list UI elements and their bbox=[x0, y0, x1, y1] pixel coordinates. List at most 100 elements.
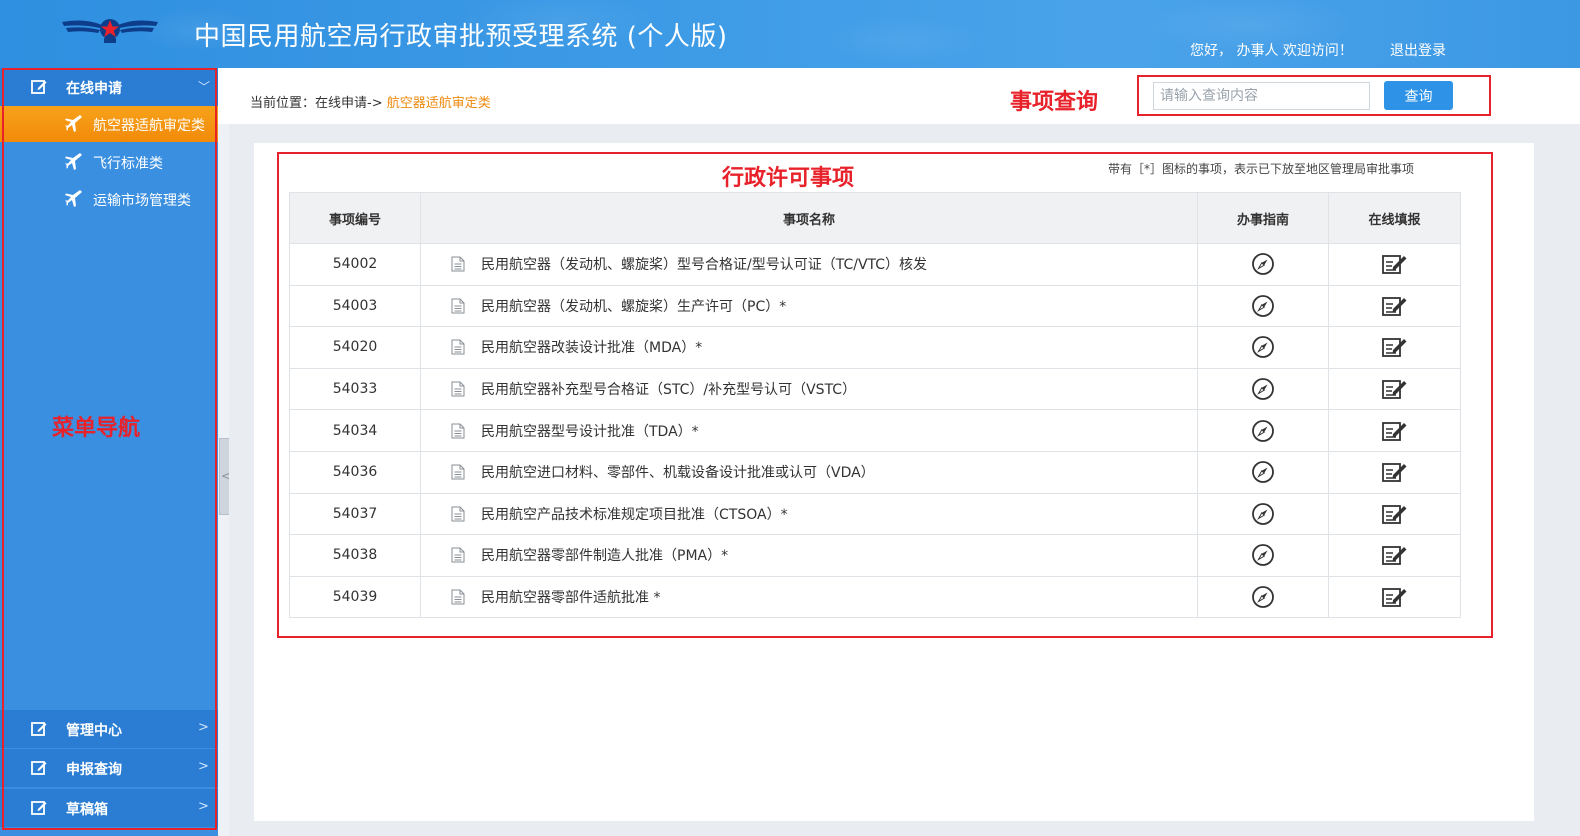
item-name[interactable]: 民用航空器（发动机、螺旋桨）型号合格证/型号认可证（TC/VTC）核发 bbox=[481, 257, 927, 273]
compass-icon[interactable] bbox=[1251, 419, 1275, 443]
item-name[interactable]: 民用航空器零部件制造人批准（PMA）* bbox=[481, 548, 728, 564]
column-header-fill: 在线填报 bbox=[1328, 192, 1461, 244]
column-header-guide: 办事指南 bbox=[1197, 192, 1329, 244]
edit-form-icon[interactable] bbox=[1381, 336, 1408, 358]
item-code: 54002 bbox=[289, 243, 421, 286]
sidebar-group-drafts[interactable]: 草稿箱 > bbox=[0, 789, 218, 827]
compass-icon[interactable] bbox=[1251, 252, 1275, 276]
sidebar-item-label: 运输市场管理类 bbox=[93, 193, 191, 209]
item-name[interactable]: 民用航空器（发动机、螺旋桨）生产许可（PC）* bbox=[481, 299, 786, 315]
logout-link[interactable]: 退出登录 bbox=[1390, 40, 1446, 60]
column-header-code: 事项编号 bbox=[289, 192, 421, 244]
fill-cell bbox=[1328, 492, 1461, 536]
compass-icon[interactable] bbox=[1251, 335, 1275, 359]
sidebar-item-transport-market[interactable]: 运输市场管理类 bbox=[0, 181, 218, 217]
item-code: 54037 bbox=[289, 492, 421, 536]
compass-icon[interactable] bbox=[1251, 294, 1275, 318]
item-name[interactable]: 民用航空进口材料、零部件、机载设备设计批准或认可（VDA） bbox=[481, 465, 875, 481]
search-input[interactable] bbox=[1153, 82, 1370, 110]
guide-cell bbox=[1197, 326, 1329, 369]
table-row: 54003 民用航空器（发动机、螺旋桨）生产许可（PC）* bbox=[289, 284, 1461, 328]
sidebar-group-online-apply[interactable]: 在线申请 ﹀ bbox=[0, 68, 218, 106]
edit-form-icon[interactable] bbox=[1381, 461, 1408, 483]
chevron-right-icon: > bbox=[198, 799, 209, 814]
item-name[interactable]: 民用航空器改装设计批准（MDA）* bbox=[481, 340, 702, 356]
fill-cell bbox=[1328, 450, 1461, 494]
item-code: 54033 bbox=[289, 367, 421, 411]
fill-cell bbox=[1328, 575, 1461, 619]
table-row: 54033 民用航空器补充型号合格证（STC）/补充型号认可（VSTC） bbox=[289, 367, 1461, 411]
table-row: 54020 民用航空器改装设计批准（MDA）* bbox=[289, 326, 1461, 369]
table-note: 带有［*］图标的事项，表示已下放至地区管理局审批事项 bbox=[1108, 162, 1415, 176]
plane-icon bbox=[65, 115, 82, 132]
item-name-cell: 民用航空器改装设计批准（MDA）* bbox=[420, 326, 1198, 369]
fill-cell bbox=[1328, 367, 1461, 411]
annotation-search: 事项查询 bbox=[1010, 90, 1099, 115]
edit-form-icon[interactable] bbox=[1381, 503, 1408, 525]
compass-icon[interactable] bbox=[1251, 460, 1275, 484]
user-greeting: 您好， 办事人 欢迎访问！ bbox=[1190, 43, 1353, 59]
guide-cell bbox=[1197, 492, 1329, 536]
edit-icon bbox=[31, 761, 47, 775]
document-icon bbox=[451, 423, 465, 439]
item-name-cell: 民用航空器（发动机、螺旋桨）生产许可（PC）* bbox=[420, 284, 1198, 328]
sidebar-group-label: 在线申请 bbox=[66, 81, 122, 97]
sidebar: 在线申请 ﹀ 航空器适航审定类 飞行标准类 运输市场管理类 管理中心 > 申报查… bbox=[0, 68, 218, 836]
compass-icon[interactable] bbox=[1251, 543, 1275, 567]
compass-icon[interactable] bbox=[1251, 502, 1275, 526]
sidebar-item-label: 航空器适航审定类 bbox=[93, 118, 205, 134]
fill-cell bbox=[1328, 243, 1461, 286]
search-button[interactable]: 查询 bbox=[1384, 81, 1453, 110]
item-name-cell: 民用航空器（发动机、螺旋桨）型号合格证/型号认可证（TC/VTC）核发 bbox=[420, 243, 1198, 286]
document-icon bbox=[451, 464, 465, 480]
item-name-cell: 民用航空器型号设计批准（TDA）* bbox=[420, 409, 1198, 452]
compass-icon[interactable] bbox=[1251, 377, 1275, 401]
breadcrumb: 当前位置：在线申请-> 航空器适航审定类 bbox=[250, 92, 491, 111]
breadcrumb-prefix: 当前位置：在线申请-> bbox=[250, 96, 383, 111]
table-row: 54039 民用航空器零部件适航批准 * bbox=[289, 575, 1461, 619]
item-name[interactable]: 民用航空器补充型号合格证（STC）/补充型号认可（VSTC） bbox=[481, 382, 856, 398]
annotation-admin-license: 行政许可事项 bbox=[722, 166, 855, 191]
guide-cell bbox=[1197, 534, 1329, 577]
item-name-cell: 民用航空进口材料、零部件、机载设备设计批准或认可（VDA） bbox=[420, 450, 1198, 494]
item-name[interactable]: 民用航空器型号设计批准（TDA）* bbox=[481, 424, 699, 440]
edit-form-icon[interactable] bbox=[1381, 295, 1408, 317]
sidebar-group-label: 草稿箱 bbox=[66, 802, 108, 818]
edit-form-icon[interactable] bbox=[1381, 544, 1408, 566]
table-header-row: 事项编号 事项名称 办事指南 在线填报 bbox=[289, 192, 1461, 244]
chevron-right-icon: > bbox=[198, 720, 209, 735]
edit-form-icon[interactable] bbox=[1381, 420, 1408, 442]
fill-cell bbox=[1328, 409, 1461, 452]
breadcrumb-current[interactable]: 航空器适航审定类 bbox=[387, 96, 491, 111]
fill-cell bbox=[1328, 326, 1461, 369]
guide-cell bbox=[1197, 243, 1329, 286]
edit-form-icon[interactable] bbox=[1381, 378, 1408, 400]
item-code: 54003 bbox=[289, 284, 421, 328]
table-row: 54037 民用航空产品技术标准规定项目批准（CTSOA）* bbox=[289, 492, 1461, 536]
items-table: 事项编号 事项名称 办事指南 在线填报 54002 民用航空器（发动机、螺旋桨）型… bbox=[289, 192, 1461, 619]
app-title: 中国民用航空局行政审批预受理系统 (个人版) bbox=[194, 22, 728, 52]
item-name[interactable]: 民用航空产品技术标准规定项目批准（CTSOA）* bbox=[481, 507, 788, 523]
item-code: 54034 bbox=[289, 409, 421, 452]
compass-icon[interactable] bbox=[1251, 585, 1275, 609]
column-header-name: 事项名称 bbox=[420, 192, 1198, 244]
item-code: 54039 bbox=[289, 575, 421, 619]
sidebar-item-flight-standards[interactable]: 飞行标准类 bbox=[0, 144, 218, 180]
guide-cell bbox=[1197, 450, 1329, 494]
caac-logo-icon bbox=[62, 19, 158, 43]
chevron-down-icon: ﹀ bbox=[198, 80, 211, 94]
sidebar-group-label: 管理中心 bbox=[66, 723, 122, 739]
guide-cell bbox=[1197, 575, 1329, 619]
edit-form-icon[interactable] bbox=[1381, 586, 1408, 608]
guide-cell bbox=[1197, 409, 1329, 452]
item-name[interactable]: 民用航空器零部件适航批准 * bbox=[481, 590, 660, 606]
plane-icon bbox=[65, 190, 82, 207]
sidebar-group-query[interactable]: 申报查询 > bbox=[0, 749, 218, 787]
sidebar-item-airworthiness[interactable]: 航空器适航审定类 bbox=[0, 106, 218, 142]
edit-form-icon[interactable] bbox=[1381, 253, 1408, 275]
table-row: 54036 民用航空进口材料、零部件、机载设备设计批准或认可（VDA） bbox=[289, 450, 1461, 494]
sidebar-item-label: 飞行标准类 bbox=[93, 156, 163, 172]
item-code: 54020 bbox=[289, 326, 421, 369]
sidebar-group-management[interactable]: 管理中心 > bbox=[0, 710, 218, 748]
annotation-menu-nav: 菜单导航 bbox=[52, 416, 141, 441]
